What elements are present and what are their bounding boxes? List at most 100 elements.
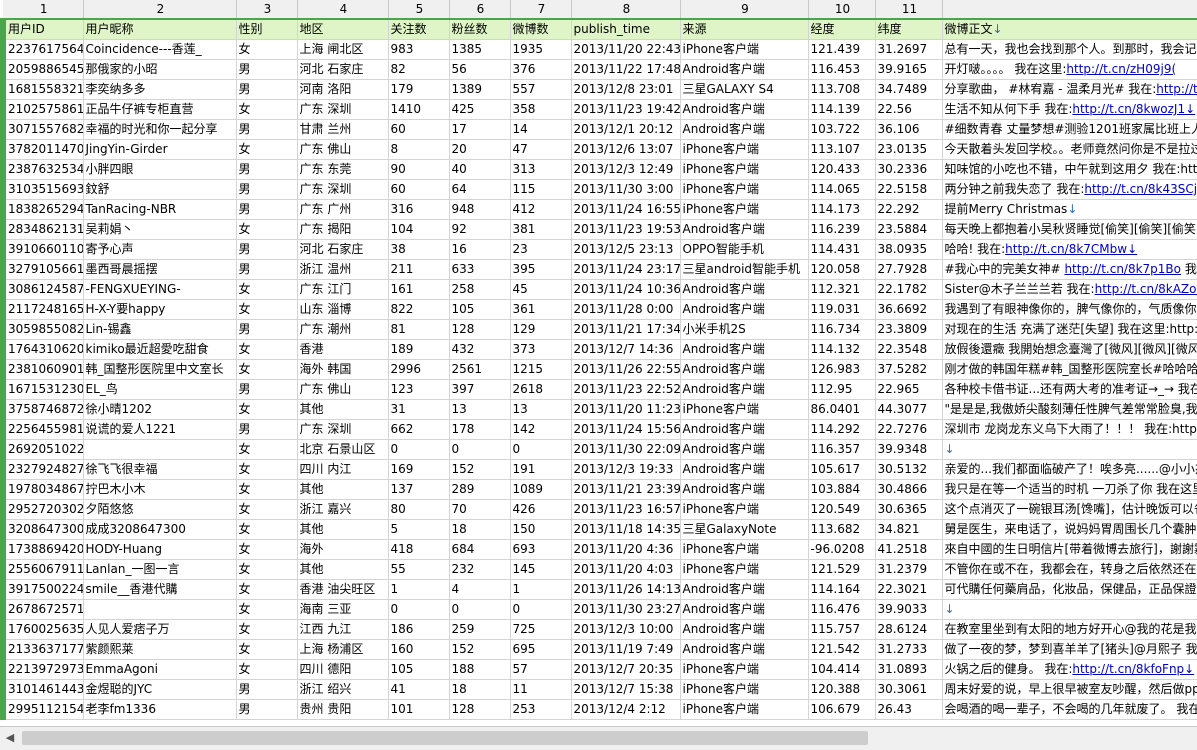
table-cell[interactable]: 112.321 xyxy=(808,279,876,300)
table-cell[interactable]: 211 xyxy=(388,259,450,280)
table-cell[interactable]: 18 xyxy=(449,519,511,540)
table-cell[interactable]: 22.56 xyxy=(875,99,943,120)
table-cell[interactable]: 2013/11/23 19:53 xyxy=(571,219,681,240)
table-cell[interactable]: 633 xyxy=(449,259,511,280)
table-cell[interactable]: smile__香港代購 xyxy=(83,579,237,600)
table-cell[interactable]: 四川 德阳 xyxy=(297,659,389,680)
table-cell[interactable]: EmmaAgoni xyxy=(83,659,237,680)
table-cell[interactable]: 2013/11/18 14:35 xyxy=(571,519,681,540)
table-cell[interactable]: OPPO智能手机 xyxy=(680,239,809,260)
table-cell[interactable]: 3103515693 xyxy=(0,179,84,200)
table-cell[interactable]: 22.1782 xyxy=(875,279,943,300)
table-cell[interactable]: 开灯啵。。。。 我在这里:http://t.cn/zH09j9( xyxy=(942,59,1197,80)
table-cell[interactable]: -FENGXUEYING- xyxy=(83,279,237,300)
table-cell[interactable]: 47 xyxy=(510,139,572,160)
table-cell[interactable]: 男 xyxy=(236,79,298,100)
table-cell[interactable]: 1978034867 xyxy=(0,479,84,500)
field-header-cell[interactable]: 纬度 xyxy=(875,19,943,40)
table-cell[interactable]: 34.821 xyxy=(875,519,943,540)
table-cell[interactable]: 16 xyxy=(449,239,511,260)
table-cell[interactable]: 其他 xyxy=(297,479,389,500)
table-cell[interactable]: 70 xyxy=(449,499,511,520)
table-cell[interactable]: 114.431 xyxy=(808,239,876,260)
table-cell[interactable]: 426 xyxy=(510,499,572,520)
table-cell[interactable]: 我遇到了有眼神像你的，脾气像你的，气质像你的 xyxy=(942,299,1197,320)
table-cell[interactable]: 男 xyxy=(236,379,298,400)
table-cell[interactable]: 贵州 贵阳 xyxy=(297,699,389,720)
table-cell[interactable]: 2381060901 xyxy=(0,359,84,380)
table-cell[interactable]: 152 xyxy=(449,639,511,660)
table-cell[interactable] xyxy=(83,439,237,460)
table-cell[interactable]: iPhone客户端 xyxy=(680,539,809,560)
table-cell[interactable]: 39.9348 xyxy=(875,439,943,460)
table-cell[interactable]: 浙江 嘉兴 xyxy=(297,499,389,520)
table-cell[interactable]: 92 xyxy=(449,219,511,240)
table-cell[interactable]: 82 xyxy=(388,59,450,80)
table-cell[interactable]: 我只是在等一个适当的时机 一刀杀了你 我在这里 xyxy=(942,479,1197,500)
table-cell[interactable]: 2013/11/24 15:56 xyxy=(571,419,681,440)
table-cell[interactable]: 知味馆的小吃也不错，中午就到这用夕 我在:http xyxy=(942,159,1197,180)
table-cell[interactable]: 44.3077 xyxy=(875,399,943,420)
table-cell[interactable]: 2102575861 xyxy=(0,99,84,120)
table-cell[interactable]: 女 xyxy=(236,579,298,600)
field-header-cell[interactable]: 用户昵称 xyxy=(83,19,237,40)
table-cell[interactable]: 361 xyxy=(510,299,572,320)
table-cell[interactable]: 1738869420 xyxy=(0,539,84,560)
horizontal-scrollbar[interactable]: ◀ xyxy=(0,726,1197,750)
table-cell[interactable]: 152 xyxy=(449,459,511,480)
weibo-link[interactable]: http://t.cn/8k7CMbw↓ xyxy=(1005,242,1137,256)
column-header-12[interactable] xyxy=(942,0,1197,20)
table-cell[interactable]: iPhone客户端 xyxy=(680,699,809,720)
table-cell[interactable]: 广东 江门 xyxy=(297,279,389,300)
table-cell[interactable]: 103.722 xyxy=(808,119,876,140)
table-cell[interactable]: iPhone客户端 xyxy=(680,139,809,160)
table-cell[interactable]: 105 xyxy=(449,299,511,320)
table-cell[interactable]: "是是是,我傲娇尖酸刻薄任性脾气差常常脸臭,我无 xyxy=(942,399,1197,420)
table-cell[interactable]: 鈫舒 xyxy=(83,179,237,200)
table-cell[interactable]: 30.3061 xyxy=(875,679,943,700)
table-cell[interactable]: 不管你在或不在，我都会在，转身之后依然还在。 xyxy=(942,559,1197,580)
table-cell[interactable]: 120.388 xyxy=(808,679,876,700)
table-cell[interactable]: 28.6124 xyxy=(875,619,943,640)
table-cell[interactable]: 河北 石家庄 xyxy=(297,59,389,80)
column-header-6[interactable]: 6 xyxy=(449,0,511,20)
table-cell[interactable]: 舅是医生，来电话了，说妈妈胃周围长几个囊肿， xyxy=(942,519,1197,540)
table-cell[interactable]: Android客户端 xyxy=(680,419,809,440)
table-cell[interactable]: 2013/11/21 23:39 xyxy=(571,479,681,500)
field-header-cell[interactable]: publish_time xyxy=(571,19,681,40)
table-cell[interactable]: 2013/12/3 10:00 xyxy=(571,619,681,640)
table-cell[interactable]: 1760025635 xyxy=(0,619,84,640)
table-cell[interactable]: 120.058 xyxy=(808,259,876,280)
table-cell[interactable]: 142 xyxy=(510,419,572,440)
table-cell[interactable]: 258 xyxy=(449,279,511,300)
table-cell[interactable]: 四川 内江 xyxy=(297,459,389,480)
table-cell[interactable]: 45 xyxy=(510,279,572,300)
table-cell[interactable]: 男 xyxy=(236,259,298,280)
field-header-cell[interactable]: 微博数 xyxy=(510,19,572,40)
table-cell[interactable]: 1671531230 xyxy=(0,379,84,400)
table-cell[interactable]: 广东 佛山 xyxy=(297,139,389,160)
table-cell[interactable]: 周末好爱的说，早上很早被室友吵醒，然后做ppt xyxy=(942,679,1197,700)
table-cell[interactable]: 2013/11/19 7:49 xyxy=(571,639,681,660)
table-cell[interactable]: 火锅之后的健身。 我在:http://t.cn/8kfoFnp↓ xyxy=(942,659,1197,680)
table-cell[interactable]: iPhone客户端 xyxy=(680,499,809,520)
table-cell[interactable]: 海外 xyxy=(297,539,389,560)
table-cell[interactable]: 男 xyxy=(236,419,298,440)
table-cell[interactable]: 1389 xyxy=(449,79,511,100)
table-cell[interactable]: 紫颜熙莱 xyxy=(83,639,237,660)
table-cell[interactable]: Android客户端 xyxy=(680,339,809,360)
table-cell[interactable]: iPhone客户端 xyxy=(680,159,809,180)
table-cell[interactable]: 412 xyxy=(510,199,572,220)
table-cell[interactable]: 墨西哥晨摇摆 xyxy=(83,259,237,280)
table-cell[interactable]: 8 xyxy=(388,139,450,160)
table-cell[interactable]: 38.0935 xyxy=(875,239,943,260)
table-cell[interactable]: 2013/11/24 10:36 xyxy=(571,279,681,300)
table-cell[interactable]: 女 xyxy=(236,559,298,580)
table-cell[interactable]: 海南 三亚 xyxy=(297,599,389,620)
table-cell[interactable]: 其他 xyxy=(297,559,389,580)
table-cell[interactable]: 0 xyxy=(510,439,572,460)
column-header-8[interactable]: 8 xyxy=(571,0,681,20)
table-cell[interactable]: 20 xyxy=(449,139,511,160)
table-cell[interactable]: 1215 xyxy=(510,359,572,380)
table-cell[interactable]: 137 xyxy=(388,479,450,500)
